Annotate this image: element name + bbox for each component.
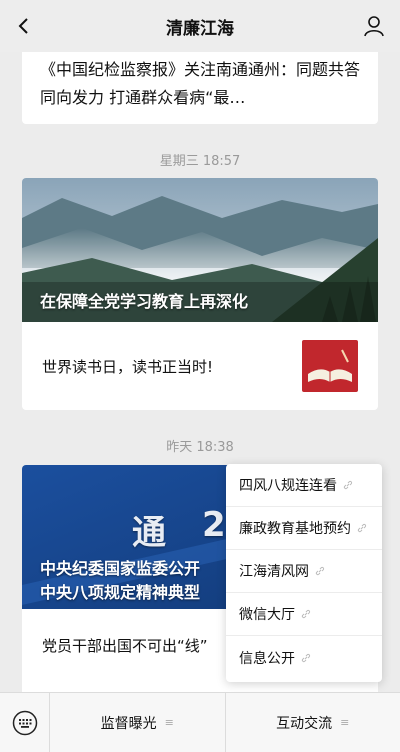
interaction-popup-menu: 四风八规连连看 廉政教育基地预约 江海清风网 微信大厅 信息公开 (226, 464, 382, 682)
notice-sub-title: 党员干部出国不可出“线” (42, 637, 208, 655)
popup-item-label: 四风八规连连看 (239, 478, 337, 494)
notice-banner-char: 2 (202, 505, 226, 545)
message-card-first[interactable]: 《中国纪检监察报》关注南通通州：同题共答 同向发力 打通群众看病“最… (22, 52, 378, 124)
first-card-text: 《中国纪检监察报》关注南通通州：同题共答 同向发力 打通群众看病“最… (40, 60, 361, 107)
keyboard-toggle-button[interactable] (0, 692, 50, 752)
menu-supervision-exposure[interactable]: 监督曝光 ≡ (50, 693, 225, 752)
timestamp: 星期三 18:57 (159, 154, 241, 169)
article-sub-item[interactable]: 世界读书日，读书正当时! (22, 322, 378, 410)
link-icon (357, 523, 367, 533)
article-sub-title: 世界读书日，读书正当时! (42, 357, 214, 376)
popup-item-label: 廉政教育基地预约 (239, 521, 351, 537)
book-thumbnail (302, 340, 358, 392)
popup-item-info-disclosure[interactable]: 信息公开 (226, 636, 382, 679)
notice-banner-char: 通 (132, 513, 166, 553)
popup-item-four-winds[interactable]: 四风八规连连看 (226, 464, 382, 507)
popup-item-base-booking[interactable]: 廉政教育基地预约 (226, 507, 382, 550)
link-icon (301, 653, 311, 662)
popup-item-label: 江海清风网 (239, 564, 309, 580)
bottom-menu-bar: 监督曝光 ≡ 互动交流 ≡ (0, 692, 400, 752)
menu-lines-icon: ≡ (164, 716, 174, 729)
notice-title-line-2: 中央八项规定精神典型 (40, 583, 201, 602)
keyboard-icon (12, 710, 37, 735)
popup-item-wechat-hall[interactable]: 微信大厅 (226, 593, 382, 636)
open-book-icon (302, 340, 358, 392)
menu-label: 监督曝光 (100, 715, 157, 732)
link-icon (301, 609, 311, 619)
article-cover-image[interactable]: 在保障全党学习教育上再深化 (22, 178, 378, 322)
chevron-left-icon (18, 18, 28, 34)
popup-item-label: 信息公开 (239, 650, 295, 667)
header-bar: 清廉江海 (0, 0, 400, 52)
back-button[interactable] (12, 14, 36, 38)
popup-item-jianghai-website[interactable]: 江海清风网 (226, 550, 382, 593)
menu-interactive-exchange[interactable]: 互动交流 ≡ (224, 692, 400, 752)
link-icon (343, 480, 353, 490)
page-title: 清廉江海 (166, 18, 234, 39)
person-icon (364, 16, 384, 37)
popup-item-label: 微信大厅 (239, 607, 295, 623)
article-cover-title: 在保障全党学习教育上再深化 (40, 292, 249, 311)
timestamp: 昨天 18:38 (166, 440, 234, 455)
notice-title-line-1: 中央纪委国家监委公开 (40, 559, 201, 578)
menu-label: 互动交流 (276, 715, 333, 732)
link-icon (315, 566, 325, 576)
profile-button[interactable] (362, 14, 386, 38)
article-card[interactable]: 在保障全党学习教育上再深化 世界读书日，读书正当时! (22, 178, 378, 410)
menu-lines-icon: ≡ (340, 716, 350, 729)
